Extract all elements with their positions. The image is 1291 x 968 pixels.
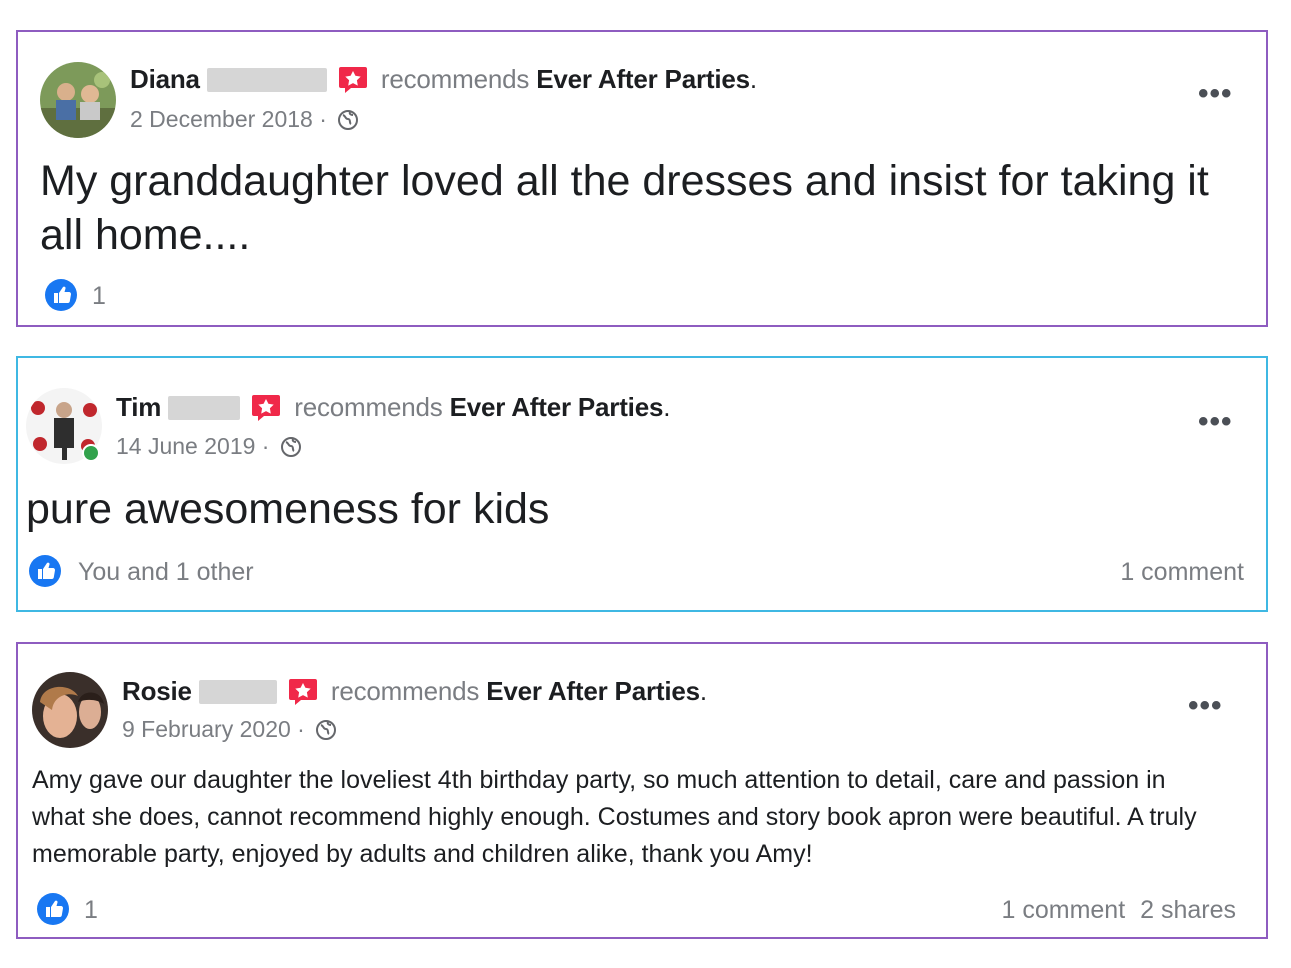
more-options-icon[interactable]: ••• [1198, 407, 1233, 437]
headline-period: . [749, 64, 757, 94]
page-link[interactable]: Ever After Parties [450, 392, 664, 422]
post-meta: 9 February 2020 · [122, 716, 337, 743]
globe-icon [338, 110, 359, 130]
post-headline: Tim recommends Ever After Parties. [116, 392, 670, 423]
author-name[interactable]: Tim [116, 392, 161, 422]
like-icon[interactable] [28, 554, 62, 588]
author-name[interactable]: Rosie [122, 676, 192, 706]
reaction-summary[interactable]: You and 1 other [78, 558, 254, 587]
headline-period: . [699, 676, 707, 706]
post-headline: Rosie recommends Ever After Parties. [122, 676, 707, 707]
more-options-icon[interactable]: ••• [1188, 691, 1223, 721]
like-icon[interactable] [44, 278, 78, 312]
post-headline: Diana recommends Ever After Parties. [130, 64, 757, 95]
redacted-surname [168, 396, 241, 420]
recommends-label: recommends [294, 392, 443, 422]
online-indicator [82, 444, 100, 462]
post-card-rosie: Rosie recommends Ever After Parties. 9 F… [16, 642, 1268, 939]
post-card-tim: Tim recommends Ever After Parties. 14 Ju… [16, 356, 1268, 612]
post-text: pure awesomeness for kids [26, 485, 550, 533]
author-avatar[interactable] [32, 672, 108, 748]
more-options-icon[interactable]: ••• [1198, 79, 1233, 109]
redacted-surname [206, 68, 327, 92]
post-text: My granddaughter loved all the dresses a… [40, 157, 1209, 259]
comment-count[interactable]: 1 comment [1120, 558, 1244, 587]
engagement-stats: 1 comment 2 shares [1001, 896, 1236, 925]
post-text: Amy gave our daughter the loveliest 4th … [32, 766, 1197, 868]
author-avatar[interactable] [40, 62, 116, 138]
post-date[interactable]: 14 June 2019 · [116, 433, 269, 459]
reaction-count[interactable]: 1 [84, 896, 98, 925]
post-date[interactable]: 2 December 2018 · [130, 106, 327, 132]
redacted-surname [198, 680, 277, 704]
post-meta: 2 December 2018 · [130, 106, 359, 133]
author-name[interactable]: Diana [130, 64, 200, 94]
post-meta: 14 June 2019 · [116, 433, 302, 460]
globe-icon [316, 720, 337, 740]
recommend-badge-icon [288, 679, 317, 705]
comment-count[interactable]: 1 comment [1001, 896, 1125, 924]
globe-icon [280, 437, 301, 457]
recommend-badge-icon [338, 67, 367, 93]
reaction-count[interactable]: 1 [92, 282, 106, 311]
page-link[interactable]: Ever After Parties [486, 676, 700, 706]
recommend-badge-icon [252, 395, 281, 421]
page-link[interactable]: Ever After Parties [536, 64, 750, 94]
like-icon[interactable] [36, 892, 70, 926]
post-card-diana: Diana recommends Ever After Parties. 2 D… [16, 30, 1268, 327]
recommends-label: recommends [330, 676, 480, 706]
post-date[interactable]: 9 February 2020 · [122, 716, 305, 742]
recommends-label: recommends [380, 64, 530, 94]
share-count[interactable]: 2 shares [1140, 896, 1236, 924]
headline-period: . [663, 392, 671, 422]
